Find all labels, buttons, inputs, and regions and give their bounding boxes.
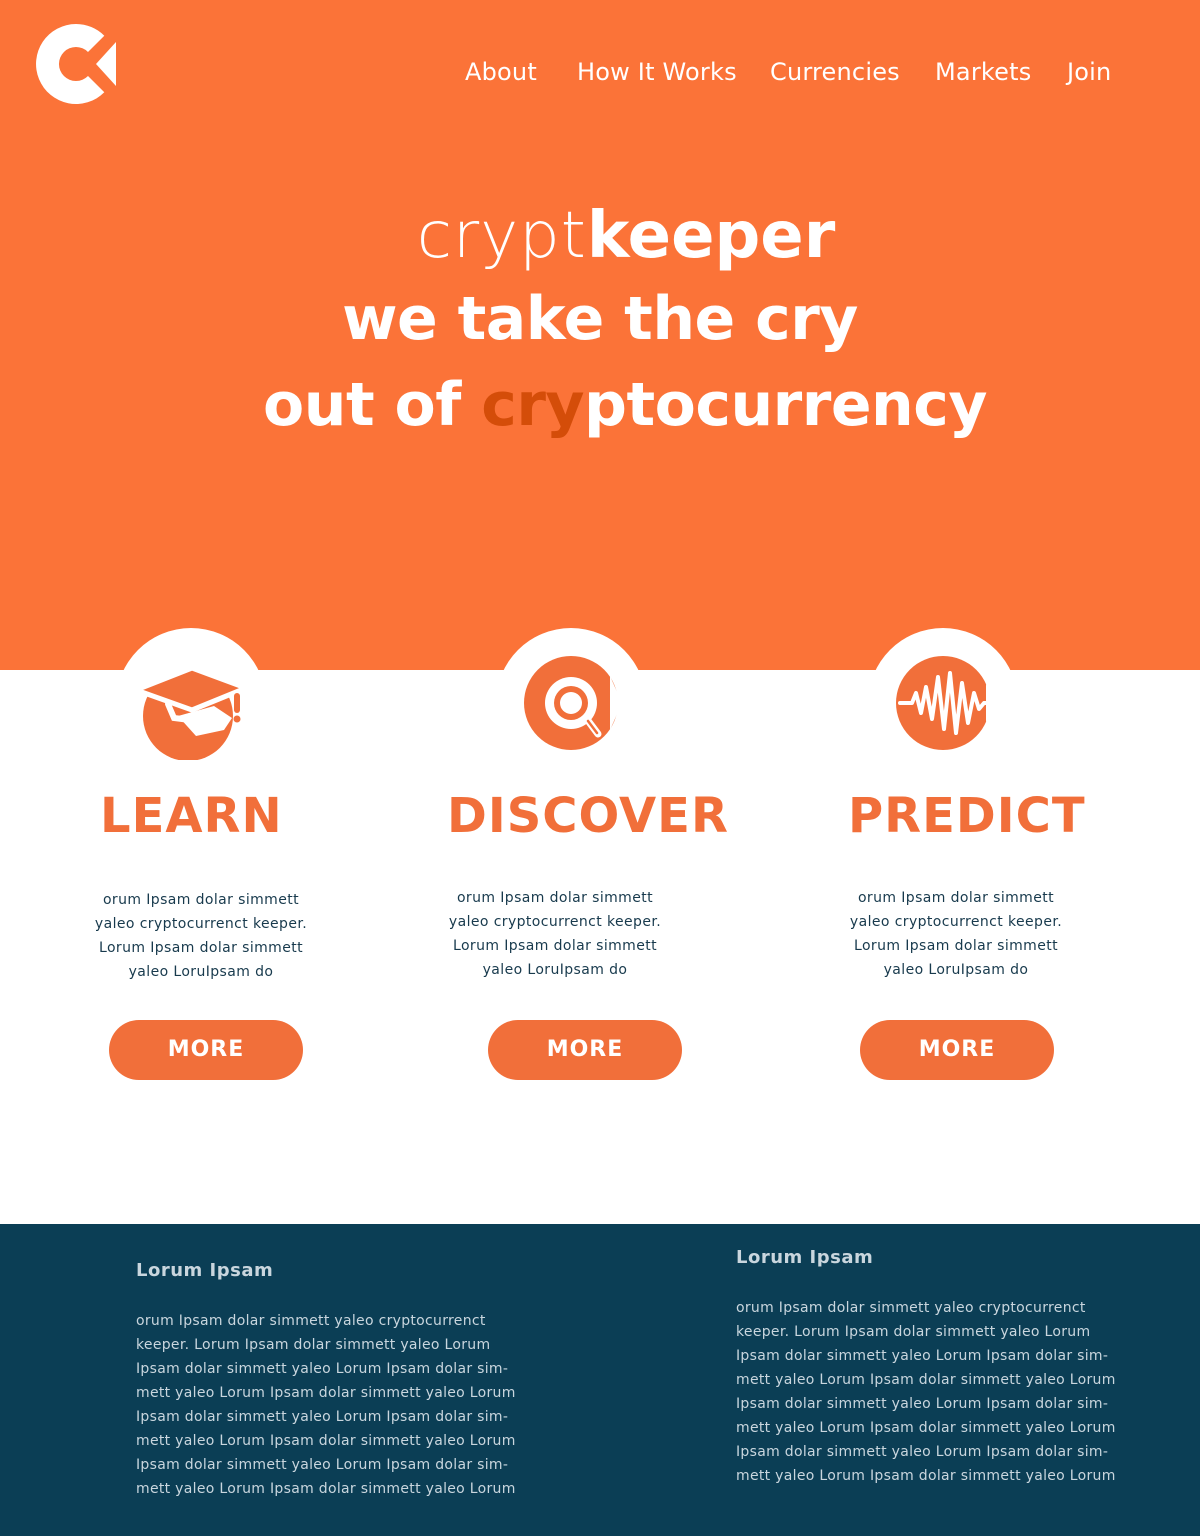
footer-column: Lorum Ipsam orum Ipsam dolar simmett yal…: [136, 1259, 526, 1501]
nav-link-currencies[interactable]: Currencies: [770, 58, 900, 86]
graduation-cap-icon: [134, 665, 248, 760]
predict-description-line: yaleo LoruIpsam do: [883, 962, 1029, 978]
brand-wordmark-light: crypt: [416, 199, 587, 273]
tagline-line-1: we take the cry: [342, 284, 858, 354]
learn-icon-circle: [116, 628, 266, 778]
discover-description-line: yaleo cryptocurrenct keeper.: [448, 914, 662, 930]
discover-description: orum Ipsam dolar simmett yaleo cryptocur…: [425, 886, 685, 982]
footer-text-line: Ipsam dolar simmett yaleo Lorum Ipsam do…: [136, 1409, 509, 1425]
brand-wordmark-bold: keeper: [586, 199, 836, 273]
predict-title: PREDICT: [848, 788, 1086, 844]
waveform-icon: [896, 656, 996, 750]
footer-text-line: Ipsam dolar simmett yaleo Lorum Ipsam do…: [736, 1348, 1109, 1364]
footer-text-line: mett yaleo Lorum Ipsam dolar simmett yal…: [736, 1468, 1116, 1484]
footer-text-line: Ipsam dolar simmett yaleo Lorum Ipsam do…: [736, 1396, 1109, 1412]
footer: Lorum Ipsam orum Ipsam dolar simmett yal…: [0, 1224, 1200, 1536]
predict-description-line: orum Ipsam dolar simmett: [857, 890, 1055, 906]
footer-column: Lorum Ipsam orum Ipsam dolar simmett yal…: [736, 1246, 1126, 1488]
footer-text-line: orum Ipsam dolar simmett yaleo cryptocur…: [736, 1300, 1086, 1316]
footer-text: orum Ipsam dolar simmett yaleo cryptocur…: [136, 1309, 526, 1501]
brand-wordmark: cryptkeeper: [0, 196, 1200, 276]
discover-icon-circle: [496, 628, 646, 778]
learn-description-line: yaleo cryptocurrenct keeper.: [94, 916, 308, 932]
footer-text-line: mett yaleo Lorum Ipsam dolar simmett yal…: [136, 1385, 516, 1401]
magnifier-icon: [524, 656, 622, 750]
predict-description: orum Ipsam dolar simmett yaleo cryptocur…: [826, 886, 1086, 982]
hero-section: About How It Works Currencies Markets Jo…: [0, 0, 1200, 670]
learn-description-line: Lorum Ipsam dolar simmett: [99, 940, 303, 956]
footer-text: orum Ipsam dolar simmett yaleo cryptocur…: [736, 1296, 1126, 1488]
nav-link-markets[interactable]: Markets: [935, 58, 1031, 86]
predict-description-line: yaleo cryptocurrenct keeper.: [849, 914, 1063, 930]
footer-text-line: Ipsam dolar simmett yaleo Lorum Ipsam do…: [136, 1361, 509, 1377]
footer-heading: Lorum Ipsam: [736, 1247, 874, 1268]
footer-text-line: keeper. Lorum Ipsam dolar simmett yaleo …: [736, 1324, 1091, 1340]
nav-link-about[interactable]: About: [465, 58, 537, 86]
footer-text-line: Ipsam dolar simmett yaleo Lorum Ipsam do…: [736, 1444, 1109, 1460]
footer-text-line: mett yaleo Lorum Ipsam dolar simmett yal…: [736, 1420, 1116, 1436]
learn-more-button[interactable]: MORE: [109, 1020, 303, 1080]
footer-text-line: mett yaleo Lorum Ipsam dolar simmett yal…: [736, 1372, 1116, 1388]
tagline-suffix: ptocurrency: [584, 370, 987, 440]
footer-heading: Lorum Ipsam: [136, 1260, 274, 1281]
predict-description-line: Lorum Ipsam dolar simmett: [854, 938, 1058, 954]
learn-title: LEARN: [100, 788, 283, 844]
main-nav: About How It Works Currencies Markets Jo…: [0, 58, 1200, 88]
footer-text-line: Ipsam dolar simmett yaleo Lorum Ipsam do…: [136, 1457, 509, 1473]
tagline-accent: cry: [481, 370, 585, 440]
discover-title: DISCOVER: [447, 788, 729, 844]
learn-description: orum Ipsam dolar simmett yaleo cryptocur…: [71, 888, 331, 984]
nav-link-how-it-works[interactable]: How It Works: [577, 58, 737, 86]
nav-link-join[interactable]: Join: [1067, 58, 1111, 86]
discover-description-line: yaleo LoruIpsam do: [482, 962, 628, 978]
footer-text-line: mett yaleo Lorum Ipsam dolar simmett yal…: [136, 1433, 516, 1449]
predict-more-button[interactable]: MORE: [860, 1020, 1054, 1080]
footer-text-line: orum Ipsam dolar simmett yaleo cryptocur…: [136, 1313, 486, 1329]
discover-more-button[interactable]: MORE: [488, 1020, 682, 1080]
learn-description-line: yaleo LoruIpsam do: [128, 964, 274, 980]
tagline-line-2: out of cryptocurrency: [0, 362, 1200, 448]
footer-text-line: mett yaleo Lorum Ipsam dolar simmett yal…: [136, 1481, 516, 1497]
hero-headline: cryptkeeper we take the cry out of crypt…: [0, 196, 1200, 448]
learn-description-line: orum Ipsam dolar simmett: [102, 892, 300, 908]
footer-text-line: keeper. Lorum Ipsam dolar simmett yaleo …: [136, 1337, 491, 1353]
tagline-prefix: out of: [263, 370, 482, 440]
predict-icon-circle: [868, 628, 1018, 778]
discover-description-line: Lorum Ipsam dolar simmett: [453, 938, 657, 954]
discover-description-line: orum Ipsam dolar simmett: [456, 890, 654, 906]
